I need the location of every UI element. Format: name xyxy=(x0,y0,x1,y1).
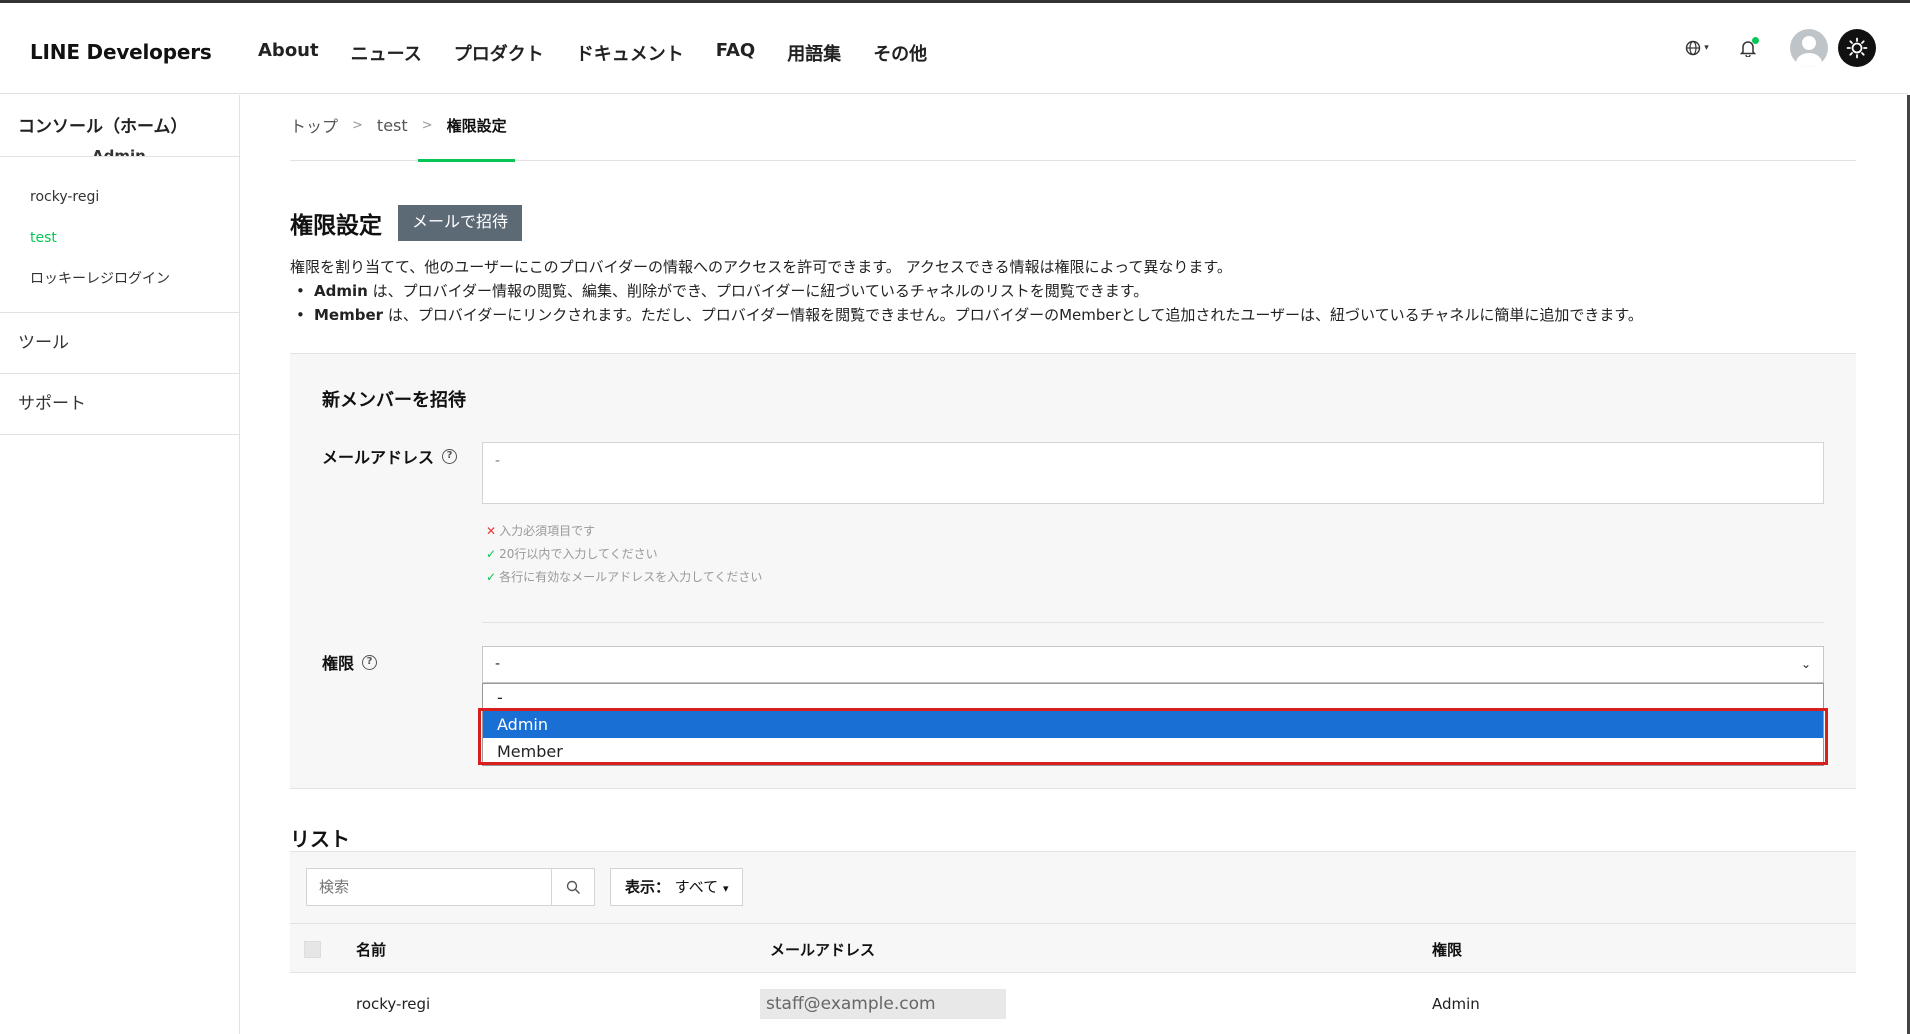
theme-toggle-button[interactable] xyxy=(1838,29,1876,67)
row-name: rocky-regi xyxy=(356,995,431,1013)
col-name[interactable]: 名前 xyxy=(356,939,386,960)
language-button[interactable]: ▾ xyxy=(1674,28,1720,68)
nav-docs[interactable]: ドキュメント xyxy=(576,40,684,66)
field-divider xyxy=(482,622,1824,623)
hint-required: ✕ 入力必須項目です xyxy=(486,520,762,543)
role-option-admin[interactable]: Admin xyxy=(483,711,1823,738)
breadcrumb-current: 権限設定 xyxy=(446,116,507,135)
hint-valid-email-text: 各行に有効なメールアドレスを入力してください xyxy=(499,570,763,584)
chevron-down-icon: ▾ xyxy=(1704,43,1709,53)
breadcrumb-test[interactable]: test xyxy=(377,116,408,135)
bullet-admin-text: は、プロバイダー情報の閲覧、編集、削除ができ、プロバイダーに紐づいているチャネル… xyxy=(367,282,1149,300)
role-select-value: - xyxy=(495,656,501,672)
avatar[interactable] xyxy=(1790,29,1828,67)
check-icon: ✓ xyxy=(486,570,497,584)
notification-button[interactable] xyxy=(1728,28,1768,68)
sidebar-item-test[interactable]: test xyxy=(0,218,239,259)
role-option-member[interactable]: Member xyxy=(483,738,1823,765)
role-option-none[interactable]: - xyxy=(483,684,1823,711)
tab-active-indicator xyxy=(418,159,515,162)
row-role: Admin xyxy=(1432,995,1480,1013)
role-dropdown: - Admin Member xyxy=(482,683,1824,766)
sidebar-item-tools[interactable]: ツール xyxy=(0,313,239,374)
bullet-member: Member は、プロバイダーにリンクされます。ただし、プロバイダー情報を閲覧で… xyxy=(290,303,1856,327)
email-label: メールアドレス ? xyxy=(322,444,458,468)
main-nav: About ニュース プロダクト ドキュメント FAQ 用語集 その他 xyxy=(258,40,959,66)
title-row: 権限設定 メールで招待 xyxy=(290,205,1856,241)
permission-description: 権限を割り当てて、他のユーザーにこのプロバイダーの情報へのアクセスを許可できます… xyxy=(290,255,1856,327)
sidebar-item-support[interactable]: サポート xyxy=(0,374,239,435)
help-icon[interactable]: ? xyxy=(362,654,378,670)
col-role[interactable]: 権限 xyxy=(1432,939,1462,960)
search-input[interactable] xyxy=(306,868,552,906)
filter-value: すべて xyxy=(674,878,719,896)
sidebar-provider-list: rocky-regi test ロッキーレジログイン xyxy=(0,157,239,313)
select-all-checkbox[interactable] xyxy=(304,941,321,958)
nav-news[interactable]: ニュース xyxy=(351,40,422,66)
list-toolbar: 表示： すべて ▾ xyxy=(290,851,1856,923)
invite-panel: 新メンバーを招待 メールアドレス ? - ✕ 入力必須項目です ✓ 20行以内で入力… xyxy=(290,353,1856,789)
bullet-admin: Admin は、プロバイダー情報の閲覧、編集、削除ができ、プロバイダーに紐づいて… xyxy=(290,279,1856,303)
search-button[interactable] xyxy=(551,868,595,906)
help-icon[interactable]: ? xyxy=(442,448,458,464)
bullet-member-text: は、プロバイダーにリンクされます。ただし、プロバイダー情報を閲覧できません。プロ… xyxy=(383,306,1643,324)
nav-faq[interactable]: FAQ xyxy=(716,40,755,66)
error-x-icon: ✕ xyxy=(486,524,497,538)
tab-bar xyxy=(290,151,1856,162)
chevron-down-icon: ⌄ xyxy=(1800,657,1811,671)
email-label-text: メールアドレス xyxy=(322,448,435,467)
breadcrumb-top[interactable]: トップ xyxy=(290,113,338,137)
main-content: トップ > test > 権限設定 権限設定 メールで招待 権限を割り当てて、他… xyxy=(290,95,1856,1034)
invite-by-email-button[interactable]: メールで招待 xyxy=(398,205,523,241)
table-row: rocky-regi staff@example.com Admin xyxy=(290,973,1856,1034)
hint-required-text: 入力必須項目です xyxy=(499,524,596,538)
sidebar-item-rocky-login[interactable]: ロッキーレジログイン xyxy=(0,259,239,300)
bullet-admin-term: Admin xyxy=(314,282,368,300)
validation-hints: ✕ 入力必須項目です ✓ 20行以内で入力してください ✓ 各行に有効なメールアドレス… xyxy=(486,520,762,589)
sun-icon xyxy=(1846,37,1868,59)
sidebar-home-label: コンソール（ホーム） xyxy=(18,117,188,137)
sidebar-console-home[interactable]: コンソール（ホーム） Admin xyxy=(0,95,239,157)
check-icon: ✓ xyxy=(486,547,497,561)
header-actions: ▾ xyxy=(1674,28,1876,68)
role-label-text: 権限 xyxy=(322,654,355,673)
chevron-right-icon: > xyxy=(352,117,363,133)
caret-down-icon: ▾ xyxy=(722,882,729,895)
nav-more[interactable]: その他 xyxy=(873,40,927,66)
sidebar-item-rocky-regi[interactable]: rocky-regi xyxy=(0,177,239,218)
table-header: 名前 メールアドレス 権限 xyxy=(290,923,1856,973)
hint-max-lines: ✓ 20行以内で入力してください xyxy=(486,543,762,566)
sidebar-role-cut: Admin xyxy=(92,147,146,157)
email-textarea[interactable]: - xyxy=(482,442,1824,504)
description-text: 権限を割り当てて、他のユーザーにこのプロバイダーの情報へのアクセスを許可できます… xyxy=(290,258,1232,276)
search-icon xyxy=(566,880,580,894)
row-email: staff@example.com xyxy=(760,989,1006,1019)
breadcrumb: トップ > test > 権限設定 xyxy=(290,95,1856,151)
list-title: リスト xyxy=(290,827,350,851)
role-select[interactable]: - ⌄ xyxy=(482,646,1824,683)
logo[interactable]: LINE Developers xyxy=(30,40,212,64)
role-label: 権限 ? xyxy=(322,650,378,674)
notification-dot xyxy=(1752,37,1759,44)
nav-products[interactable]: プロダクト xyxy=(454,40,544,66)
nav-glossary[interactable]: 用語集 xyxy=(787,40,841,66)
top-header: LINE Developers About ニュース プロダクト ドキュメント … xyxy=(0,6,1908,94)
chevron-right-icon: > xyxy=(421,117,433,133)
globe-icon xyxy=(1686,40,1701,56)
sidebar: コンソール（ホーム） Admin rocky-regi test ロッキーレジロ… xyxy=(0,95,240,1034)
nav-about[interactable]: About xyxy=(258,40,319,66)
hint-max-lines-text: 20行以内で入力してください xyxy=(499,547,658,561)
hint-valid-email: ✓ 各行に有効なメールアドレスを入力してください xyxy=(486,566,762,589)
page-title: 権限設定 xyxy=(290,213,382,239)
invite-title: 新メンバーを招待 xyxy=(322,390,466,411)
filter-label: 表示： xyxy=(625,878,671,896)
bullet-member-term: Member xyxy=(314,306,384,324)
col-email[interactable]: メールアドレス xyxy=(770,939,875,960)
display-filter-button[interactable]: 表示： すべて ▾ xyxy=(610,868,744,906)
role-bullets: Admin は、プロバイダー情報の閲覧、編集、削除ができ、プロバイダーに紐づいて… xyxy=(290,279,1856,327)
